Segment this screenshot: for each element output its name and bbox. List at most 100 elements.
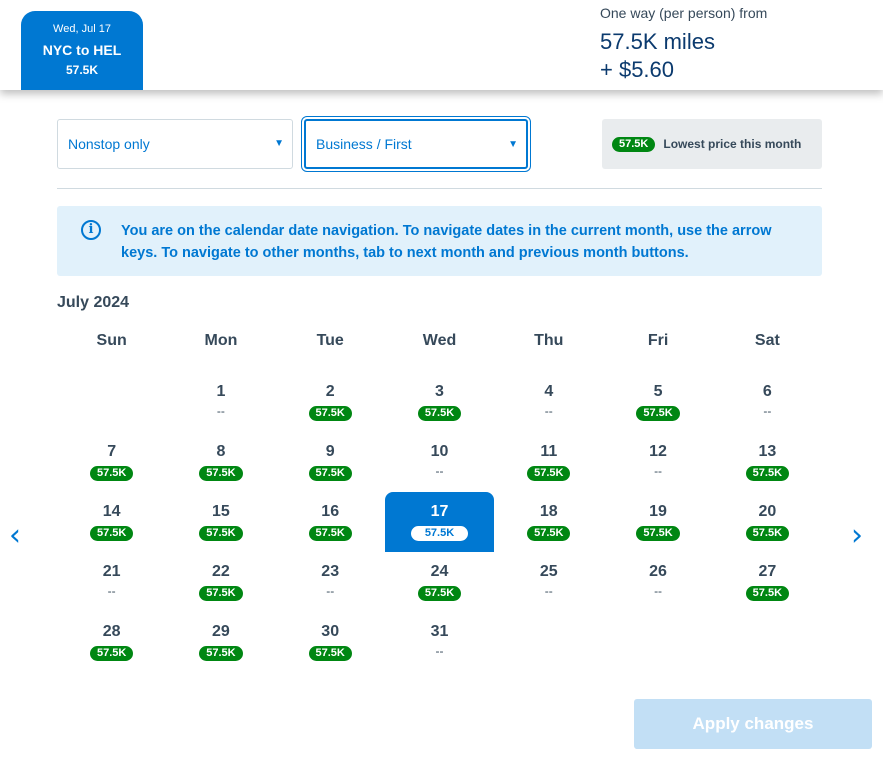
calendar-day[interactable]: 27 57.5K [713,552,822,612]
day-price-badge: 57.5K [527,526,571,541]
day-number: 18 [539,503,558,520]
day-number: 17 [430,503,449,520]
day-number: 10 [430,443,449,460]
day-number: 13 [758,443,777,460]
calendar-day[interactable]: 5 57.5K [603,372,712,432]
day-price-badge: 57.5K [410,526,469,541]
no-price: -- [326,584,335,598]
calendar-day[interactable]: 14 57.5K [57,492,166,552]
no-price: -- [435,644,444,658]
day-number: 4 [544,383,554,400]
empty-cell [57,372,166,432]
calendar-day[interactable]: 31 -- [385,612,494,672]
calendar-day[interactable]: 17 57.5K [384,492,495,552]
calendar-day[interactable]: 29 57.5K [166,612,275,672]
tab-price: 57.5K [65,63,99,77]
calendar-day[interactable]: 21 -- [57,552,166,612]
calendar-day[interactable]: 11 57.5K [494,432,603,492]
day-number: 6 [762,383,772,400]
calendar-grid: Sun Mon Tue Wed Thu Fri Sat 1 -- 2 57.5K 3 57.5K 4 --… [57,332,822,672]
day-number: 14 [102,503,121,520]
no-price: -- [763,404,772,418]
calendar-day[interactable]: 6 -- [713,372,822,432]
no-price: -- [654,464,663,478]
calendar-day[interactable]: 28 57.5K [57,612,166,672]
day-number: 19 [649,503,667,520]
cabin-select[interactable]: Business / First ▼ [301,116,531,172]
calendar-day[interactable]: 8 57.5K [166,432,275,492]
day-number: 16 [321,503,340,520]
legend-price-badge: 57.5K [612,136,656,152]
divider [57,188,822,189]
day-number: 22 [212,563,230,580]
calendar-day[interactable]: 3 57.5K [385,372,494,432]
lowest-price-legend: 57.5K Lowest price this month [602,119,822,169]
info-text: You are on the calendar date navigation.… [121,223,772,261]
calendar-day[interactable]: 24 57.5K [385,552,494,612]
header-bar: Wed, Jul 17 NYC to HEL 57.5K One way (pe… [0,0,883,90]
day-number: 20 [758,503,777,520]
day-number: 2 [325,383,335,400]
day-price-badge: 57.5K [308,406,352,421]
calendar-day[interactable]: 23 -- [276,552,385,612]
calendar-day[interactable]: 10 -- [385,432,494,492]
stops-value: Nonstop only [68,136,150,152]
calendar-day[interactable]: 25 -- [494,552,603,612]
day-price-badge: 57.5K [636,406,680,421]
day-number: 27 [758,563,777,580]
no-price: -- [544,584,553,598]
calendar-day[interactable]: 13 57.5K [713,432,822,492]
day-price-badge: 57.5K [636,526,680,541]
no-price: -- [107,584,116,598]
weekday-label: Fri [647,332,669,349]
calendar-day[interactable]: 18 57.5K [494,492,603,552]
day-price-badge: 57.5K [417,586,462,601]
previous-month-button[interactable]: ‹ [9,518,21,553]
weekday-header: Sun Mon Tue Wed Thu Fri Sat [57,332,822,372]
calendar-day[interactable]: 4 -- [494,372,603,432]
apply-changes-button[interactable]: Apply changes [634,699,872,749]
calendar-day[interactable]: 9 57.5K [276,432,385,492]
day-price-badge: 57.5K [308,526,352,541]
day-price-badge: 57.5K [199,526,243,541]
day-number: 24 [430,563,449,580]
stops-select[interactable]: Nonstop only ▼ [57,119,293,169]
day-number: 12 [649,443,667,460]
day-price-badge: 57.5K [199,646,243,661]
calendar-days: 1 -- 2 57.5K 3 57.5K 4 -- 5 57.5K 6 -- 7 57.5K 8 57.5K 9… [57,372,822,672]
day-number: 30 [321,623,340,640]
day-price-badge: 57.5K [745,586,790,601]
day-price-badge: 57.5K [89,466,134,481]
calendar-day[interactable]: 19 57.5K [603,492,712,552]
calendar-day[interactable]: 22 57.5K [166,552,275,612]
fare-summary: One way (per person) from 57.5K miles + … [600,5,767,84]
calendar-day[interactable]: 15 57.5K [166,492,275,552]
day-number: 15 [212,503,230,520]
day-number: 29 [212,623,230,640]
calendar-day[interactable]: 30 57.5K [276,612,385,672]
next-month-button[interactable]: › [851,518,863,553]
weekday-label: Mon [204,332,238,349]
day-number: 21 [102,563,121,580]
calendar-day[interactable]: 7 57.5K [57,432,166,492]
day-price-badge: 57.5K [199,466,243,481]
day-price-badge: 57.5K [527,466,571,481]
day-number: 25 [539,563,558,580]
legend-label: Lowest price this month [663,137,802,151]
day-number: 9 [325,443,335,460]
flight-tab[interactable]: Wed, Jul 17 NYC to HEL 57.5K [21,11,143,90]
calendar-day[interactable]: 2 57.5K [276,372,385,432]
info-banner: i You are on the calendar date navigatio… [57,206,822,276]
weekday-label: Tue [316,332,344,349]
calendar-day[interactable]: 12 -- [603,432,712,492]
day-price-badge: 57.5K [89,646,134,661]
month-title: July 2024 [57,294,130,311]
fare-cash: + $5.60 [600,57,675,82]
weekday-label: Thu [534,332,564,349]
calendar-day[interactable]: 20 57.5K [713,492,822,552]
calendar-day[interactable]: 16 57.5K [276,492,385,552]
calendar-day[interactable]: 26 -- [603,552,712,612]
fare-label: One way (per person) from [600,5,768,21]
weekday-label: Sun [96,332,127,349]
calendar-day[interactable]: 1 -- [166,372,275,432]
